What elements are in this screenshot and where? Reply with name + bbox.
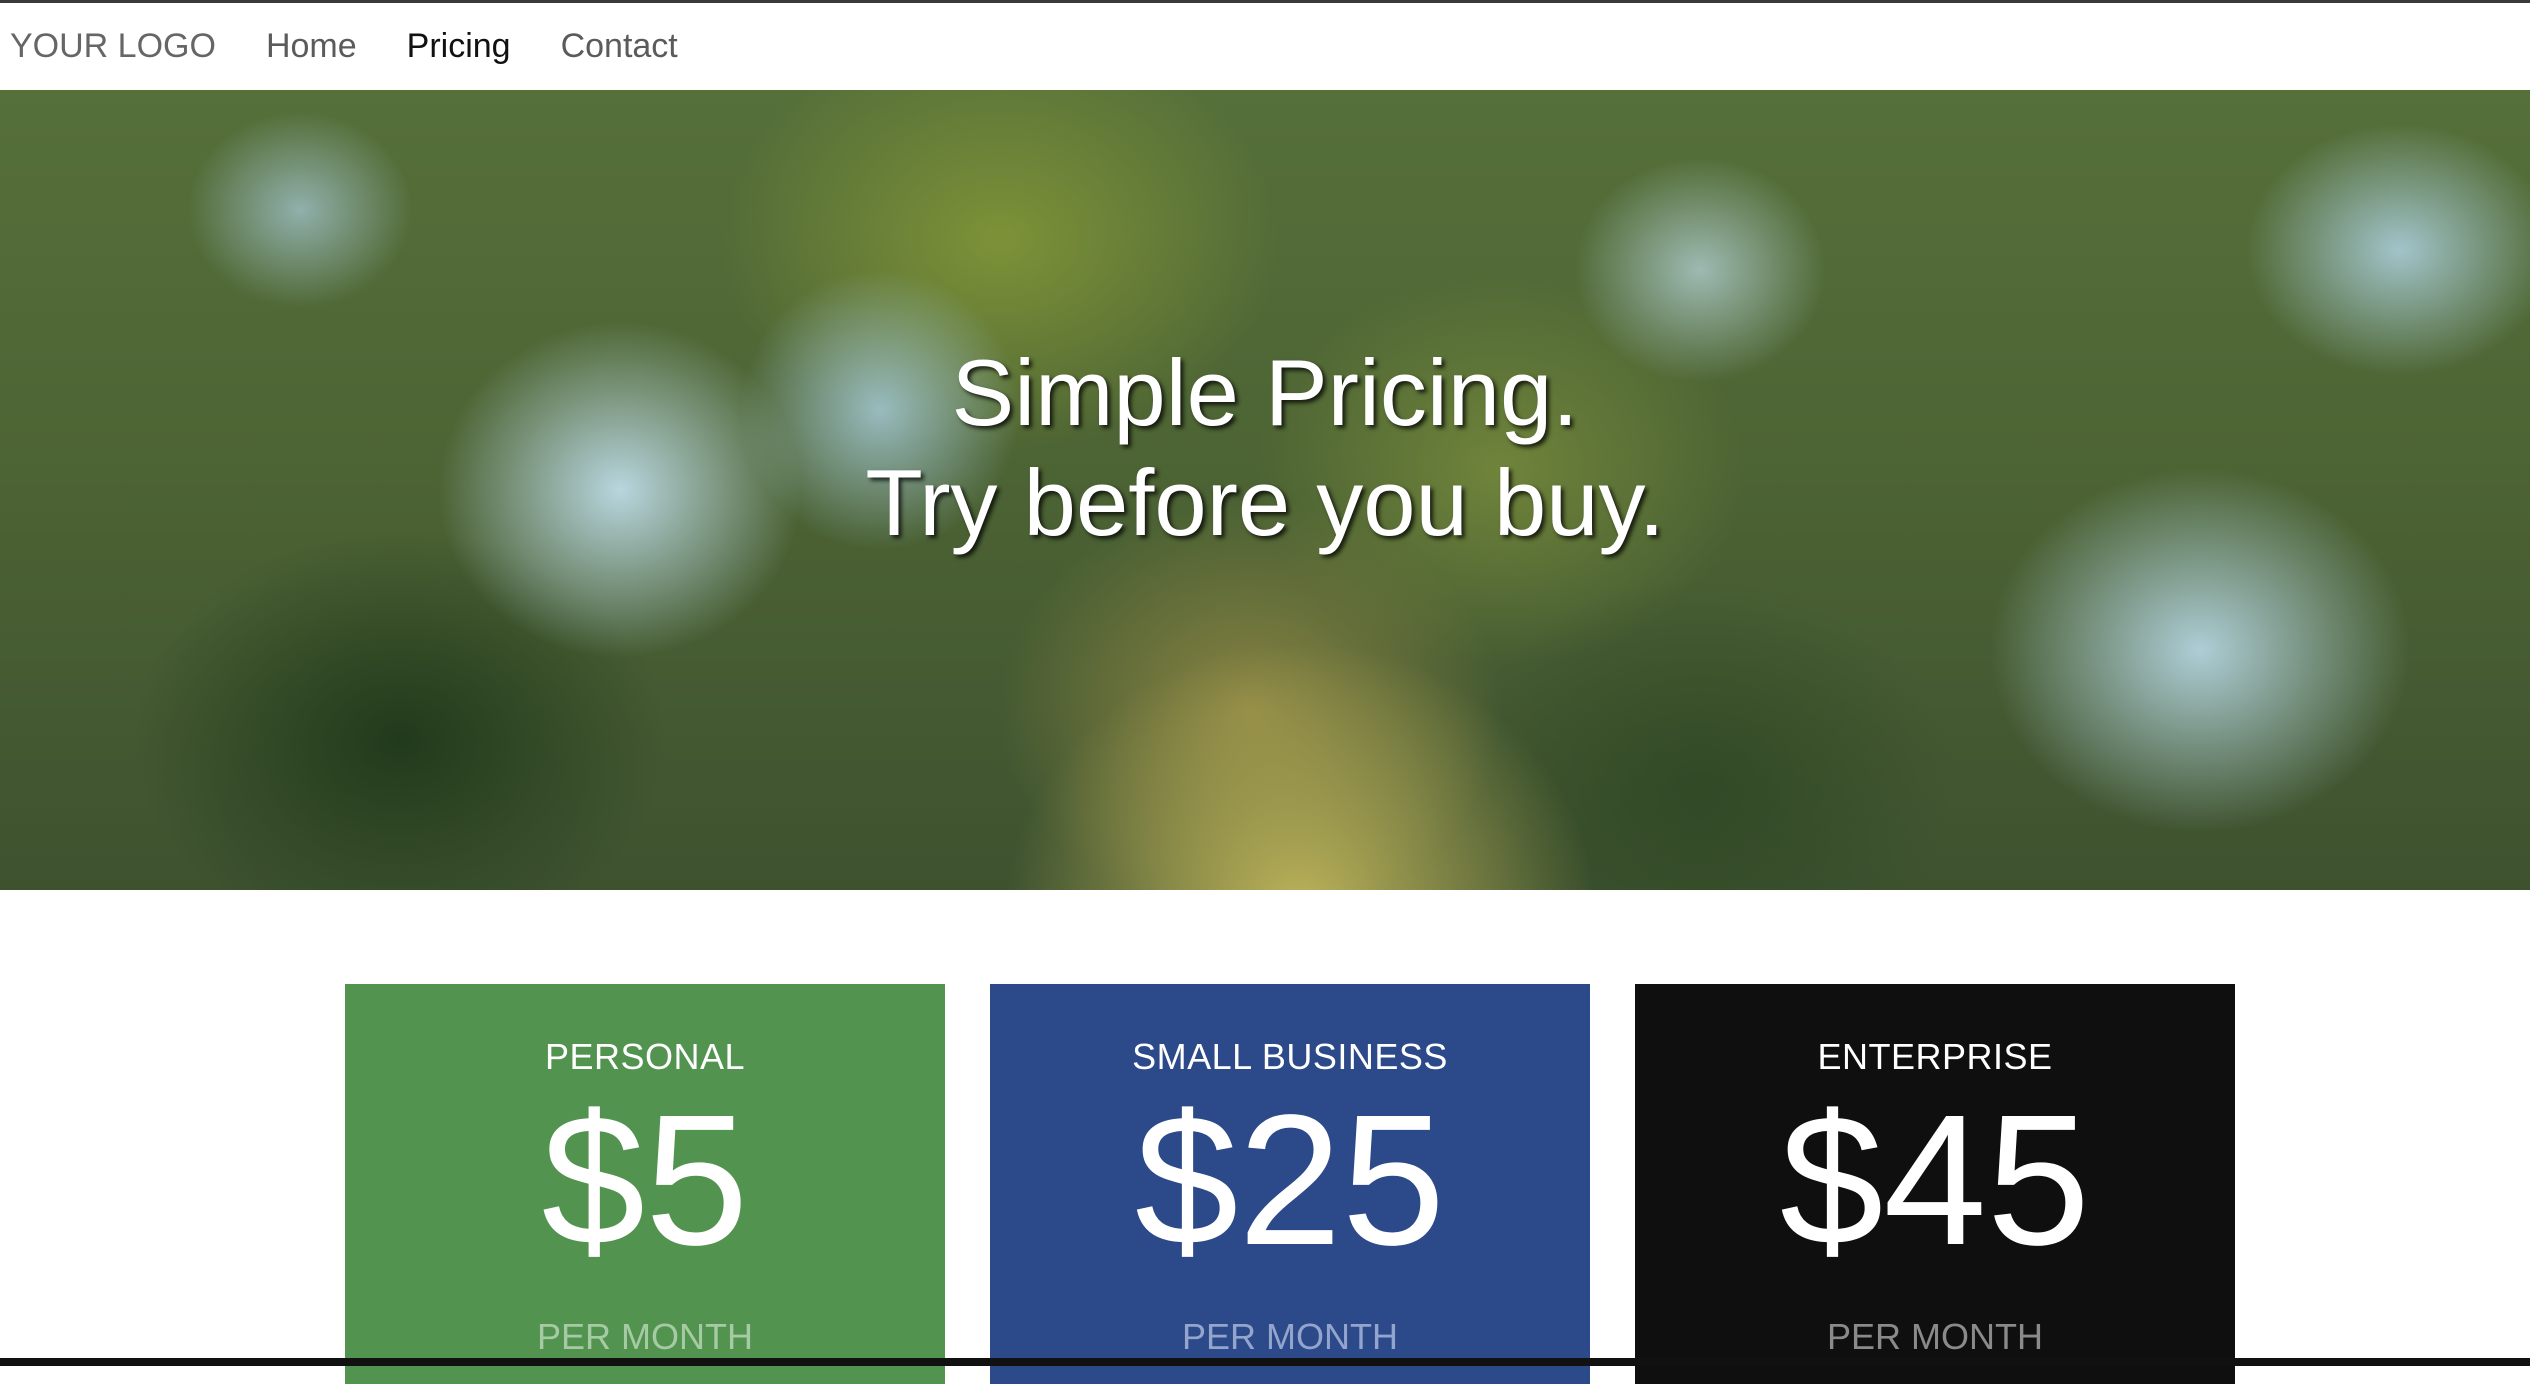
nav-link-home[interactable]: Home xyxy=(266,27,357,66)
nav-link-pricing[interactable]: Pricing xyxy=(407,27,511,66)
plan-name: SMALL BUSINESS xyxy=(1132,1036,1448,1077)
hero-title: Simple Pricing. xyxy=(951,340,1579,445)
plan-price: $5 xyxy=(541,1077,749,1284)
pricing-card-small-business[interactable]: SMALL BUSINESS $25 PER MONTH xyxy=(990,984,1590,1384)
plan-price: $25 xyxy=(1134,1077,1446,1284)
pricing-card-personal[interactable]: PERSONAL $5 PER MONTH xyxy=(345,984,945,1384)
navbar: YOUR LOGO Home Pricing Contact xyxy=(0,3,2530,90)
logo-link[interactable]: YOUR LOGO xyxy=(10,27,216,66)
plan-period: PER MONTH xyxy=(537,1316,753,1357)
plan-name: PERSONAL xyxy=(544,1036,746,1077)
hero-banner: Simple Pricing. Try before you buy. xyxy=(0,90,2530,890)
pricing-card-enterprise[interactable]: ENTERPRISE $45 PER MONTH xyxy=(1635,984,2235,1384)
hero-subtitle: Try before you buy. xyxy=(865,450,1665,555)
plan-name: ENTERPRISE xyxy=(1817,1036,2053,1077)
plan-period: PER MONTH xyxy=(1827,1316,2043,1357)
plan-price: $45 xyxy=(1779,1077,2091,1284)
window-bottom-border xyxy=(0,1358,2530,1366)
nav-link-contact[interactable]: Contact xyxy=(561,27,678,66)
plan-period: PER MONTH xyxy=(1182,1316,1398,1357)
